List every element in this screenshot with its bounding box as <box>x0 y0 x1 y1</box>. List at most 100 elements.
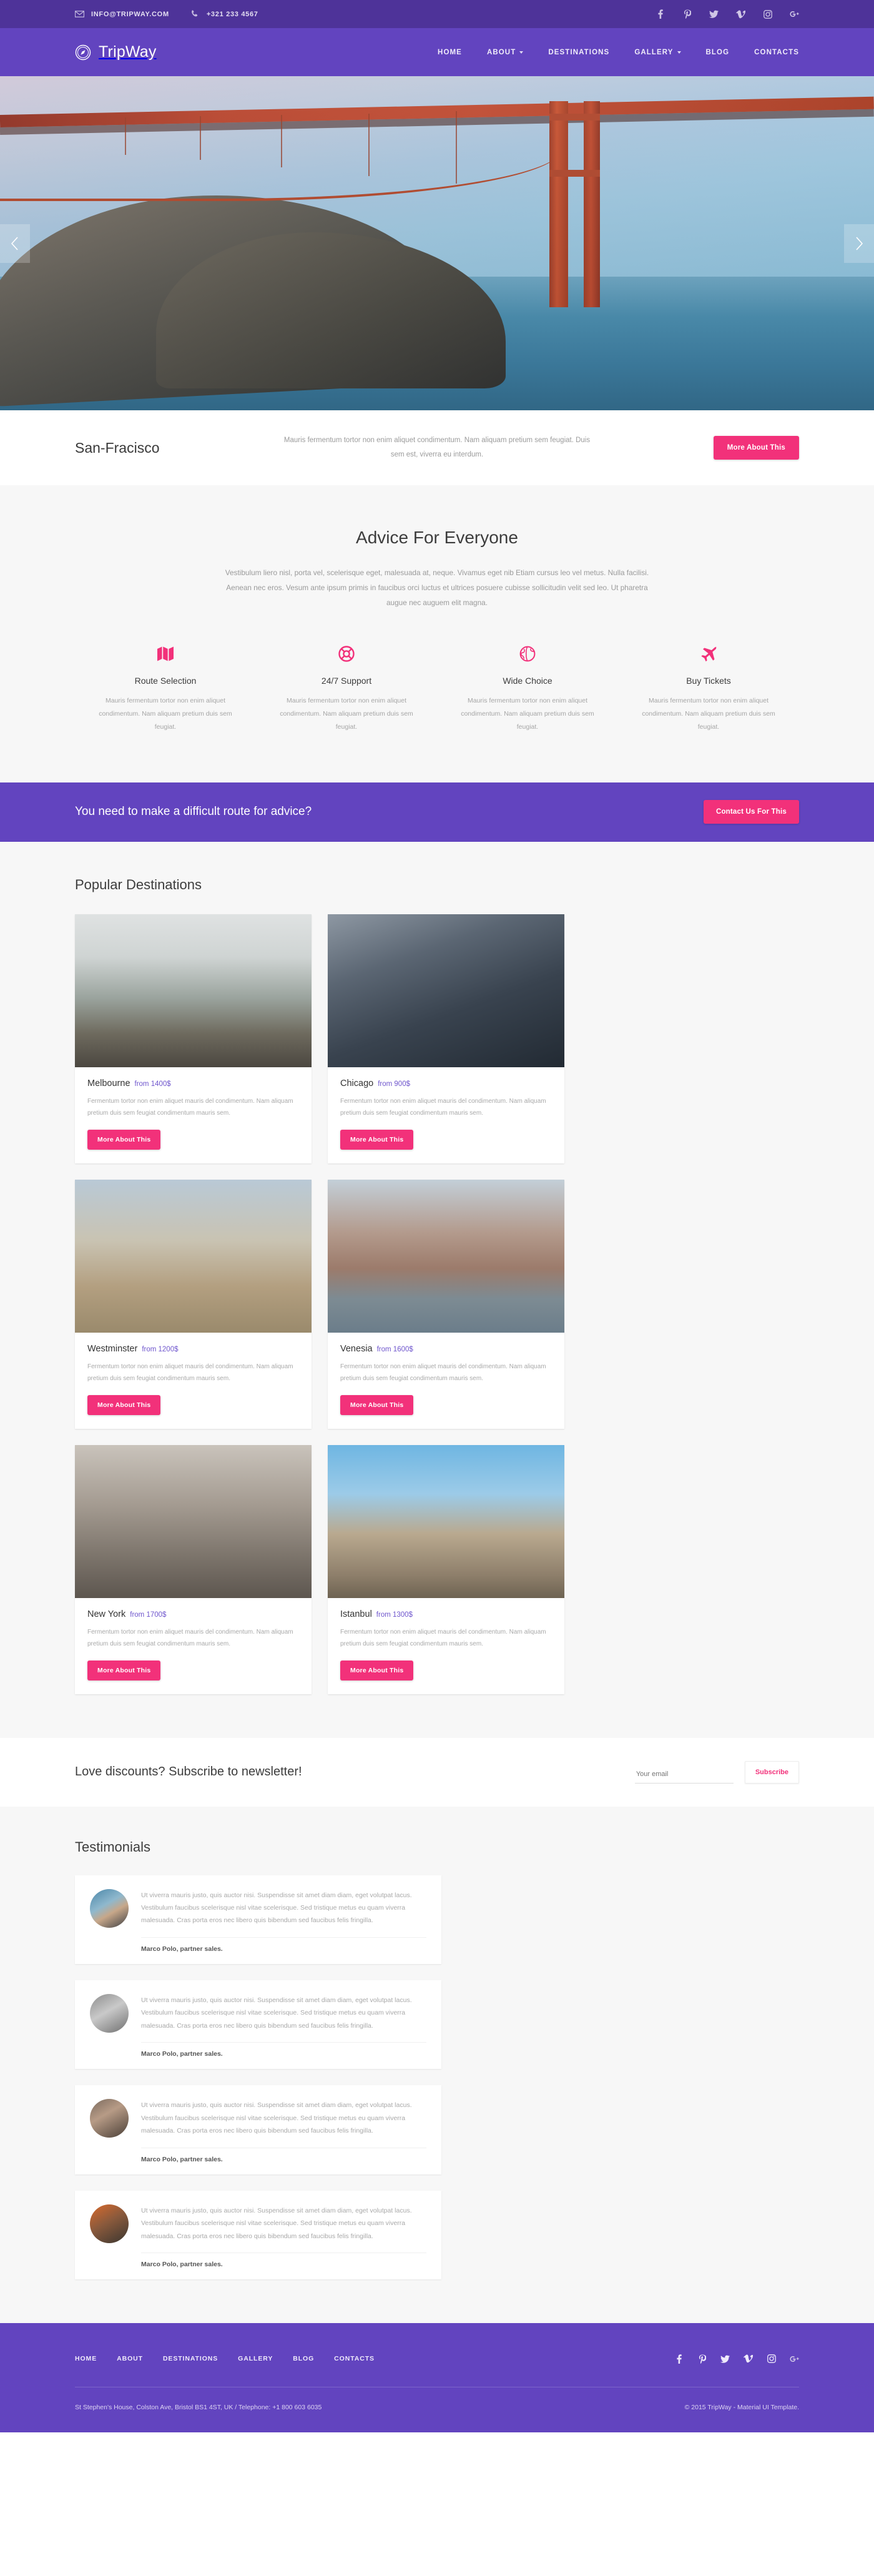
subscribe-section: Love discounts? Subscribe to newsletter!… <box>0 1737 874 1807</box>
card-image <box>75 1179 312 1333</box>
footer-item-blog[interactable]: BLOG <box>293 2355 314 2362</box>
card-price: from 1200$ <box>142 1345 179 1353</box>
subscribe-button[interactable]: Subscribe <box>744 1760 799 1784</box>
footer-item-contacts[interactable]: CONTACTS <box>334 2355 375 2362</box>
card-city: Chicago <box>340 1078 374 1088</box>
footer-item-gallery[interactable]: GALLERY <box>238 2355 273 2362</box>
testimonials-section: Testimonials Ut viverra mauris justo, qu… <box>0 1806 874 2324</box>
footer-socials <box>674 2354 799 2364</box>
testimonial-text: Ut viverra mauris justo, quis auctor nis… <box>141 2101 412 2135</box>
twitter-icon[interactable] <box>720 2354 730 2364</box>
mail-icon <box>74 9 85 19</box>
contact-us-button[interactable]: Contact Us For This <box>703 800 799 824</box>
hero-slider <box>0 76 874 410</box>
chevron-down-icon <box>519 51 524 54</box>
card-more-button[interactable]: More About This <box>340 1129 414 1150</box>
avatar <box>90 2099 129 2138</box>
card-image <box>328 1444 564 1598</box>
card-more-button[interactable]: More About This <box>87 1660 161 1680</box>
feature-title: Wide Choice <box>503 675 552 686</box>
card-image <box>75 914 312 1067</box>
brand-logo[interactable]: TripWay <box>50 43 157 61</box>
testimonials-grid: Ut viverra mauris justo, quis auctor nis… <box>50 1875 824 2280</box>
top-bar-contacts: INFO@TRIPWAY.COM +321 233 4567 <box>50 9 258 19</box>
testimonial-card: Ut viverra mauris justo, quis auctor nis… <box>75 1980 441 2070</box>
footer-item-destinations[interactable]: DESTINATIONS <box>163 2355 218 2362</box>
globe-icon <box>451 643 604 664</box>
card-price: from 1400$ <box>134 1080 171 1088</box>
avatar <box>90 2204 129 2243</box>
destinations-title: Popular Destinations <box>75 876 202 892</box>
google-plus-icon[interactable] <box>790 2354 799 2364</box>
card-city: Melbourne <box>87 1078 130 1088</box>
card-more-button[interactable]: More About This <box>340 1394 414 1415</box>
email-contact[interactable]: INFO@TRIPWAY.COM <box>74 9 169 19</box>
cta-banner: You need to make a difficult route for a… <box>0 782 874 842</box>
google-plus-icon[interactable] <box>790 9 799 19</box>
lifebuoy-icon <box>270 643 423 664</box>
cta-text: You need to make a difficult route for a… <box>75 805 312 819</box>
nav-label: DESTINATIONS <box>548 48 610 56</box>
destination-card-new-york[interactable]: New York from 1700$ Fermentum tortor non … <box>75 1444 312 1694</box>
instagram-icon[interactable] <box>763 9 772 19</box>
pinterest-icon[interactable] <box>682 9 692 19</box>
card-city: New York <box>87 1609 126 1619</box>
card-price: from 1300$ <box>376 1611 413 1619</box>
nav-item-gallery[interactable]: GALLERY <box>634 48 681 56</box>
nav-item-blog[interactable]: BLOG <box>706 49 730 56</box>
testimonial-author: Marco Polo, partner sales. <box>141 1945 223 1953</box>
card-title: New York from 1700$ <box>87 1609 299 1619</box>
vimeo-icon[interactable] <box>736 9 745 19</box>
card-more-button[interactable]: More About This <box>340 1660 414 1680</box>
nav-item-home[interactable]: HOME <box>438 49 462 56</box>
card-price: from 1600$ <box>376 1345 413 1353</box>
card-text: Fermentum tortor non enim aliquet mauris… <box>87 1097 293 1117</box>
card-price: from 900$ <box>378 1080 410 1088</box>
vimeo-icon[interactable] <box>744 2354 753 2364</box>
main-navbar: TripWay HOME ABOUT DESTINATIONS GALLERY … <box>0 28 874 76</box>
phone-contact[interactable]: +321 233 4567 <box>190 9 258 19</box>
advice-lead-text: Vestibulum liero nisl, porta vel, sceler… <box>225 568 649 608</box>
hero-prev-arrow[interactable] <box>0 224 30 263</box>
email-text: INFO@TRIPWAY.COM <box>91 10 169 18</box>
testimonial-author: Marco Polo, partner sales. <box>141 2050 223 2058</box>
card-title: Istanbul from 1300$ <box>340 1609 552 1619</box>
footer-item-about[interactable]: ABOUT <box>117 2355 143 2362</box>
phone-icon <box>190 9 200 19</box>
nav-item-contacts[interactable]: CONTACTS <box>754 49 799 56</box>
feature-title: 24/7 Support <box>321 675 372 686</box>
card-text: Fermentum tortor non enim aliquet mauris… <box>340 1628 546 1648</box>
card-text: Fermentum tortor non enim aliquet mauris… <box>87 1628 293 1648</box>
card-image <box>328 1179 564 1333</box>
hero-description: Mauris fermentum tortor non enim aliquet… <box>283 437 591 458</box>
subscribe-heading: Love discounts? Subscribe to newsletter! <box>75 1765 302 1779</box>
destination-card-melbourne[interactable]: Melbourne from 1400$ Fermentum tortor non… <box>75 914 312 1163</box>
destination-card-chicago[interactable]: Chicago from 900$ Fermentum tortor non en… <box>328 914 564 1163</box>
destination-card-westminster[interactable]: Westminster from 1200$ Fermentum tortor n… <box>75 1179 312 1429</box>
nav-label: CONTACTS <box>754 48 799 56</box>
card-image <box>328 914 564 1067</box>
testimonial-text: Ut viverra mauris justo, quis auctor nis… <box>141 1891 412 1925</box>
card-more-button[interactable]: More About This <box>87 1394 161 1415</box>
nav-item-destinations[interactable]: DESTINATIONS <box>548 49 609 56</box>
pinterest-icon[interactable] <box>697 2354 707 2364</box>
card-more-button[interactable]: More About This <box>87 1129 161 1150</box>
destination-card-venesia[interactable]: Venesia from 1600$ Fermentum tortor non e… <box>328 1179 564 1429</box>
hero-more-about-button[interactable]: More About This <box>713 436 799 460</box>
email-input[interactable] <box>634 1766 734 1784</box>
footer-item-home[interactable]: HOME <box>75 2355 97 2362</box>
hero-next-arrow[interactable] <box>844 224 874 263</box>
destination-card-istanbul[interactable]: Istanbul from 1300$ Fermentum tortor non … <box>328 1444 564 1694</box>
twitter-icon[interactable] <box>709 9 719 19</box>
facebook-icon[interactable] <box>656 9 665 19</box>
site-footer: HOME ABOUT DESTINATIONS GALLERY BLOG CON… <box>0 2323 874 2433</box>
facebook-icon[interactable] <box>674 2354 684 2364</box>
nav-label: GALLERY <box>634 48 674 56</box>
testimonials-title: Testimonials <box>75 1838 151 1855</box>
nav-item-about[interactable]: ABOUT <box>487 49 524 56</box>
testimonial-card: Ut viverra mauris justo, quis auctor nis… <box>75 2190 441 2280</box>
hero-title: San-Fracisco <box>75 439 160 456</box>
feature-text: Mauris fermentum tortor non enim aliquet… <box>99 696 232 731</box>
hero-overlay <box>0 76 874 410</box>
instagram-icon[interactable] <box>767 2354 776 2364</box>
